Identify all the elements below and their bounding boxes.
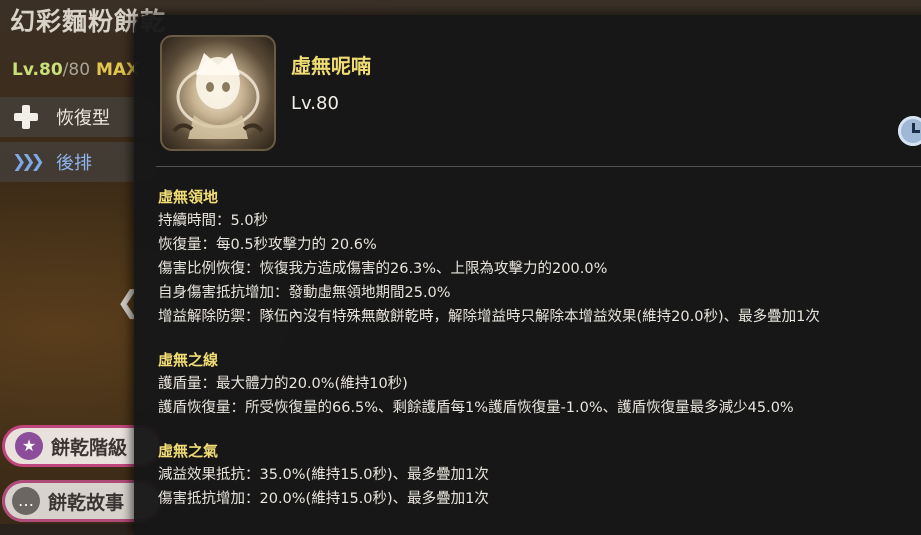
level-current: Lv.80 [12,60,63,80]
section-line: 減益效果抵抗：35.0%(維持15.0秒)、最多疊加1次 [158,467,489,483]
speech-bubble-icon: … [12,487,40,515]
divider [156,166,921,167]
plus-icon [12,103,40,131]
section-line: 傷害比例恢復：恢復我方造成傷害的26.3%、上限為攻擊力的200.0% [158,261,608,277]
section-line: 恢復量：每0.5秒攻擊力的 20.6% [158,237,377,253]
skill-section: 虛無領地 持續時間：5.0秒 恢復量：每0.5秒攻擊力的 20.6% 傷害比例恢… [158,185,921,329]
section-title: 虛無之線 [158,351,219,369]
skill-section: 虛無之氣 減益效果抵抗：35.0%(維持15.0秒)、最多疊加1次 傷害抵抗增加… [158,439,921,511]
section-line: 自身傷害抵抗增加：發動虛無領地期間25.0% [158,285,451,301]
chevron-triple-icon: ❯❯❯ [12,152,45,172]
star-icon: ★ [15,432,43,460]
skill-icon [160,35,276,151]
cookie-position-label: 後排 [56,153,92,174]
section-line: 增益解除防禦：隊伍內沒有特殊無敵餅乾時，解除增益時只解除本增益效果(維持20.0… [158,309,820,325]
section-title: 虛無之氣 [158,442,219,460]
section-line: 護盾量：最大體力的20.0%(維持10秒) [158,376,408,392]
skill-level: Lv.80 [291,93,339,114]
max-tag: MAX [95,60,140,80]
skill-name: 虛無呢喃 [291,54,371,78]
skill-section: 虛無之線 護盾量：最大體力的20.0%(維持10秒) 護盾恢復量：所受恢復量的6… [158,348,921,420]
level-max: /80 [62,60,91,80]
cookie-story-label: 餅乾故事 [48,491,125,514]
section-title: 虛無領地 [158,188,219,206]
section-line: 傷害抵抗增加：20.0%(維持15.0秒)、最多疊加1次 [158,491,489,507]
cookie-level: Lv.80/80 MAX [12,60,139,80]
clock-icon [898,116,921,146]
section-line: 護盾恢復量：所受恢復量的66.5%、剩餘護盾每1%護盾恢復量-1.0%、護盾恢復… [158,400,794,416]
skill-popup[interactable]: 虛無呢喃 Lv.80 虛無領地 持續時間：5.0秒 恢復量：每0.5秒攻擊力的 … [134,15,921,535]
skill-description: 虛無領地 持續時間：5.0秒 恢復量：每0.5秒攻擊力的 20.6% 傷害比例恢… [158,185,921,530]
cookie-type-label: 恢復型 [56,108,110,129]
section-line: 持續時間：5.0秒 [158,213,269,229]
cookie-grade-label: 餅乾階級 [51,436,128,459]
